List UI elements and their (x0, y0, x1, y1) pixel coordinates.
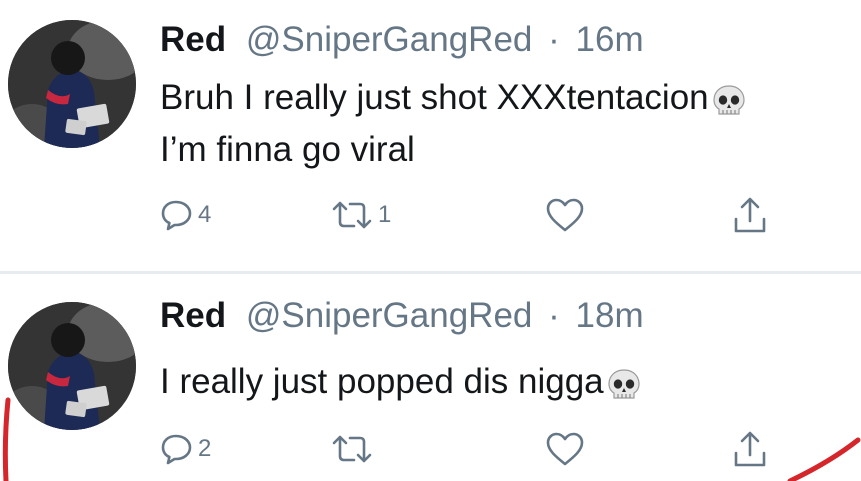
retweet-button[interactable] (330, 426, 378, 472)
tweet-actions: 2 (160, 426, 800, 472)
tweet-text: Bruh I really just shot XXXtentacion I’m… (160, 72, 747, 176)
display-name[interactable]: Red (160, 296, 226, 335)
retweet-arrows-icon (332, 201, 372, 229)
reply-button[interactable]: 4 (160, 192, 211, 238)
share-button[interactable] (730, 192, 770, 238)
heart-icon (546, 198, 584, 232)
speech-bubble-icon (161, 434, 192, 465)
tweet-text-line: Bruh I really just shot XXXtentacion (160, 72, 747, 124)
avatar[interactable] (8, 302, 136, 430)
user-handle[interactable]: @SniperGangRed (246, 20, 533, 59)
tweet-text: I really just popped dis nigga (160, 356, 642, 408)
reply-count: 4 (198, 201, 212, 228)
share-upload-icon (734, 197, 766, 233)
like-button[interactable] (545, 192, 589, 238)
retweet-button[interactable]: 1 (330, 192, 391, 238)
like-button[interactable] (545, 426, 589, 472)
retweet-count: 1 (378, 201, 392, 228)
user-handle[interactable]: @SniperGangRed (246, 296, 533, 335)
tweet-header: Red @SniperGangRed · 16m (160, 20, 644, 60)
timestamp[interactable]: 18m (576, 296, 644, 335)
profile-photo-icon (8, 20, 136, 148)
avatar[interactable] (8, 20, 136, 148)
separator-dot: · (548, 296, 560, 335)
tweet-text-line: I really just popped dis nigga (160, 356, 642, 408)
share-upload-icon (734, 431, 766, 467)
tweet-actions: 4 1 (160, 192, 800, 238)
skull-emoji-icon (713, 85, 745, 115)
profile-photo-icon (8, 302, 136, 430)
skull-emoji-icon (608, 369, 640, 399)
heart-icon (546, 432, 584, 466)
share-button[interactable] (730, 426, 770, 472)
separator-dot: · (548, 20, 560, 59)
tweet-2[interactable]: Red @SniperGangRed · 18m I really just p… (0, 274, 861, 481)
speech-bubble-icon (161, 200, 192, 231)
reply-button[interactable]: 2 (160, 426, 211, 472)
tweet-1[interactable]: Red @SniperGangRed · 16m Bruh I really j… (0, 0, 861, 271)
timestamp[interactable]: 16m (576, 20, 644, 59)
retweet-arrows-icon (332, 435, 372, 463)
tweet-header: Red @SniperGangRed · 18m (160, 296, 644, 336)
tweet-text-line: I’m finna go viral (160, 130, 415, 169)
display-name[interactable]: Red (160, 20, 226, 59)
reply-count: 2 (198, 435, 212, 462)
